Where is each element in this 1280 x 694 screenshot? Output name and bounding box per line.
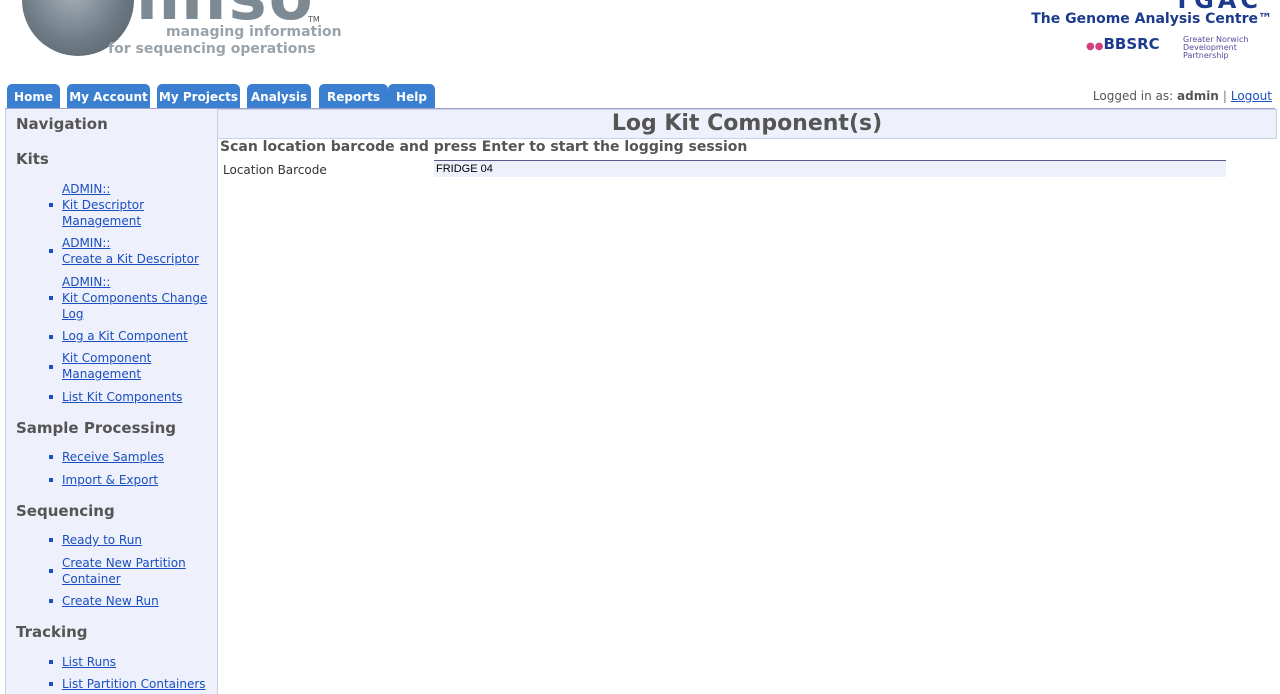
sidebar-sample-processing-heading: Sample Processing xyxy=(16,419,177,437)
bullet-icon xyxy=(49,365,53,369)
sidebar-item-log-kit-component[interactable]: Log a Kit Component xyxy=(62,328,188,344)
logo-tagline-1: managing information xyxy=(166,24,342,40)
sidebar-item-list-runs[interactable]: List Runs xyxy=(62,654,116,670)
sidebar: Navigation Kits ADMIN:: Kit Descriptor Man… xyxy=(5,109,218,694)
page-title-bar: Log Kit Component(s) xyxy=(217,109,1277,139)
bullet-icon xyxy=(49,599,53,603)
tab-my-account[interactable]: My Account xyxy=(67,84,150,108)
sidebar-item-import-export[interactable]: Import & Export xyxy=(62,472,158,488)
bullet-icon xyxy=(49,296,53,300)
tab-home[interactable]: Home xyxy=(7,84,60,108)
bullet-icon xyxy=(49,203,53,207)
bullet-icon xyxy=(49,660,53,664)
gndp-logo: Greater Norwich Development Partnership xyxy=(1183,35,1249,60)
tgac-name: The Genome Analysis Centre™ xyxy=(1031,11,1272,27)
sidebar-item-create-new-run[interactable]: Create New Run xyxy=(62,593,159,609)
tab-analysis[interactable]: Analysis xyxy=(247,84,311,108)
bullet-icon xyxy=(49,249,53,253)
logo-trademark: TM xyxy=(308,15,320,24)
sidebar-kits-heading: Kits xyxy=(16,150,49,168)
tab-my-projects[interactable]: My Projects xyxy=(157,84,240,108)
bullet-icon xyxy=(49,538,53,542)
page-title: Log Kit Component(s) xyxy=(611,111,883,136)
sidebar-item-list-kit-components[interactable]: List Kit Components xyxy=(62,389,182,405)
bbsrc-logo: ●●BBSRC xyxy=(1086,35,1160,53)
bullet-icon xyxy=(49,569,53,573)
sidebar-navigation-heading: Navigation xyxy=(16,115,108,133)
bullet-icon xyxy=(49,682,53,686)
sidebar-sequencing-heading: Sequencing xyxy=(16,502,115,520)
tab-reports[interactable]: Reports xyxy=(319,84,388,108)
location-barcode-row: Location Barcode xyxy=(220,160,1226,178)
logout-link[interactable]: Logout xyxy=(1231,89,1272,103)
logged-in-prefix: Logged in as: xyxy=(1092,89,1174,103)
login-separator: | xyxy=(1222,89,1227,103)
logo-tagline-2: for sequencing operations xyxy=(108,41,316,57)
tab-help[interactable]: Help xyxy=(388,84,435,108)
sidebar-item-create-kit-descriptor[interactable]: ADMIN:: Create a Kit Descriptor xyxy=(62,235,199,267)
sidebar-item-create-partition-container[interactable]: Create New Partition Container xyxy=(62,555,186,587)
scan-instruction: Scan location barcode and press Enter to… xyxy=(220,139,748,155)
header: miso TM managing information for sequenc… xyxy=(0,0,1280,84)
logged-in-user: admin xyxy=(1177,89,1219,103)
sidebar-item-ready-to-run[interactable]: Ready to Run xyxy=(62,532,142,548)
sidebar-tracking-heading: Tracking xyxy=(16,623,88,641)
sidebar-item-receive-samples[interactable]: Receive Samples xyxy=(62,449,164,465)
location-barcode-input[interactable] xyxy=(434,160,1226,177)
sidebar-item-list-partition-containers[interactable]: List Partition Containers xyxy=(62,676,206,692)
login-status: Logged in as: admin | Logout xyxy=(1093,89,1272,103)
sidebar-item-kit-descriptor-management[interactable]: ADMIN:: Kit Descriptor Management xyxy=(62,181,144,229)
sidebar-item-kit-component-management[interactable]: Kit Component Management xyxy=(62,350,151,382)
location-barcode-label: Location Barcode xyxy=(223,163,327,177)
bullet-icon xyxy=(49,395,53,399)
bullet-icon xyxy=(49,335,53,339)
bullet-icon xyxy=(49,455,53,459)
bullet-icon xyxy=(49,478,53,482)
sidebar-item-kit-components-change-log[interactable]: ADMIN:: Kit Components Change Log xyxy=(62,274,207,322)
